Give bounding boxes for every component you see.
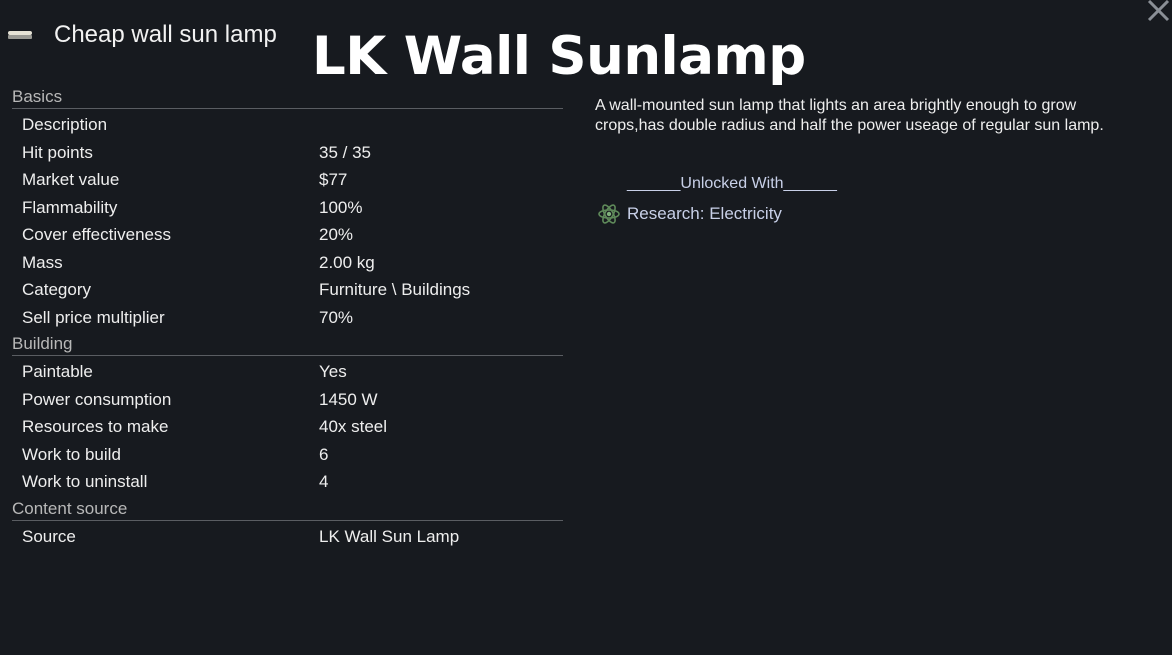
unlock-item-label: Research: Electricity — [627, 204, 782, 223]
wall-lamp-icon — [6, 28, 34, 42]
stat-label: Sell price multiplier — [22, 307, 165, 327]
thing-title: Cheap wall sun lamp — [54, 21, 277, 48]
stat-label: Category — [22, 280, 91, 299]
card-header: Cheap wall sun lamp — [6, 18, 277, 52]
stat-row[interactable]: Cover effectiveness 20% — [12, 221, 563, 249]
stats-section: Building Paintable Yes Power consumption 145… — [12, 333, 563, 496]
stat-label: Resources to make — [22, 417, 169, 436]
stat-value: 2.00 kg — [319, 252, 375, 272]
stat-row[interactable]: Sell price multiplier 70% — [12, 304, 563, 332]
stat-row[interactable]: Category Furniture \ Buildings — [12, 276, 563, 304]
section-header: Building — [12, 333, 563, 356]
research-atom-icon — [597, 202, 621, 226]
stat-label: Market value — [22, 170, 120, 189]
unlock-research-electricity-link[interactable]: Research: Electricity — [597, 202, 782, 226]
stat-row[interactable]: Work to uninstall 4 — [12, 468, 563, 496]
stat-label: Source — [22, 526, 76, 546]
stat-label: Work to uninstall — [22, 472, 148, 491]
stat-row[interactable]: Source LK Wall Sun Lamp — [12, 523, 563, 551]
stat-value: 40x steel — [319, 417, 388, 436]
info-card-window: Cheap wall sun lamp LK Wall Sunlamp Basi… — [0, 0, 1172, 655]
stat-row[interactable]: Mass 2.00 kg — [12, 249, 563, 277]
stat-value: LK Wall Sun Lamp — [319, 526, 460, 546]
stat-label: Mass — [22, 252, 63, 272]
stat-value: 20% — [319, 225, 354, 244]
stat-value: 1450 W — [319, 389, 378, 409]
stat-value: 35 / 35 — [319, 142, 371, 162]
stat-row[interactable]: Flammability 100% — [12, 194, 563, 222]
stat-label: Cover effectiveness — [22, 225, 171, 244]
stat-label: Paintable — [22, 362, 93, 381]
stat-value: 70% — [319, 307, 354, 327]
stat-label: Flammability — [22, 197, 118, 217]
stat-value: Furniture \ Buildings — [319, 280, 471, 299]
stat-label: Description — [22, 115, 108, 134]
description-text: A wall-mounted sun lamp that lights an a… — [595, 97, 1104, 134]
stats-panel: Basics Description Hit points 35 / 35 Market… — [12, 86, 563, 550]
stat-value: 4 — [319, 472, 329, 491]
stat-row[interactable]: Description — [12, 111, 563, 139]
stats-section: Content source Source LK Wall Sun Lamp — [12, 498, 563, 551]
stat-label: Hit points — [22, 142, 93, 162]
stat-row[interactable]: Market value $77 — [12, 166, 563, 194]
unlocked-with-header: ______Unlocked With______ — [627, 175, 837, 192]
stat-value: 6 — [319, 444, 329, 464]
stat-label: Power consumption — [22, 389, 172, 409]
stat-row[interactable]: Work to build 6 — [12, 441, 563, 469]
stat-value: Yes — [319, 362, 347, 381]
stats-section: Basics Description Hit points 35 / 35 Market… — [12, 86, 563, 331]
stat-row[interactable]: Paintable Yes — [12, 358, 563, 386]
section-header: Basics — [12, 86, 563, 109]
stat-label: Work to build — [22, 444, 121, 464]
stat-row[interactable]: Hit points 35 / 35 — [12, 139, 563, 167]
mod-title-overlay: LK Wall Sunlamp — [312, 26, 806, 87]
stat-row[interactable]: Power consumption 1450 W — [12, 386, 563, 414]
stat-value: $77 — [319, 170, 348, 189]
stat-value: 100% — [319, 197, 363, 217]
stat-row[interactable]: Resources to make 40x steel — [12, 413, 563, 441]
close-button[interactable] — [1146, 0, 1172, 22]
close-icon — [1147, 0, 1170, 22]
section-header: Content source — [12, 498, 563, 521]
